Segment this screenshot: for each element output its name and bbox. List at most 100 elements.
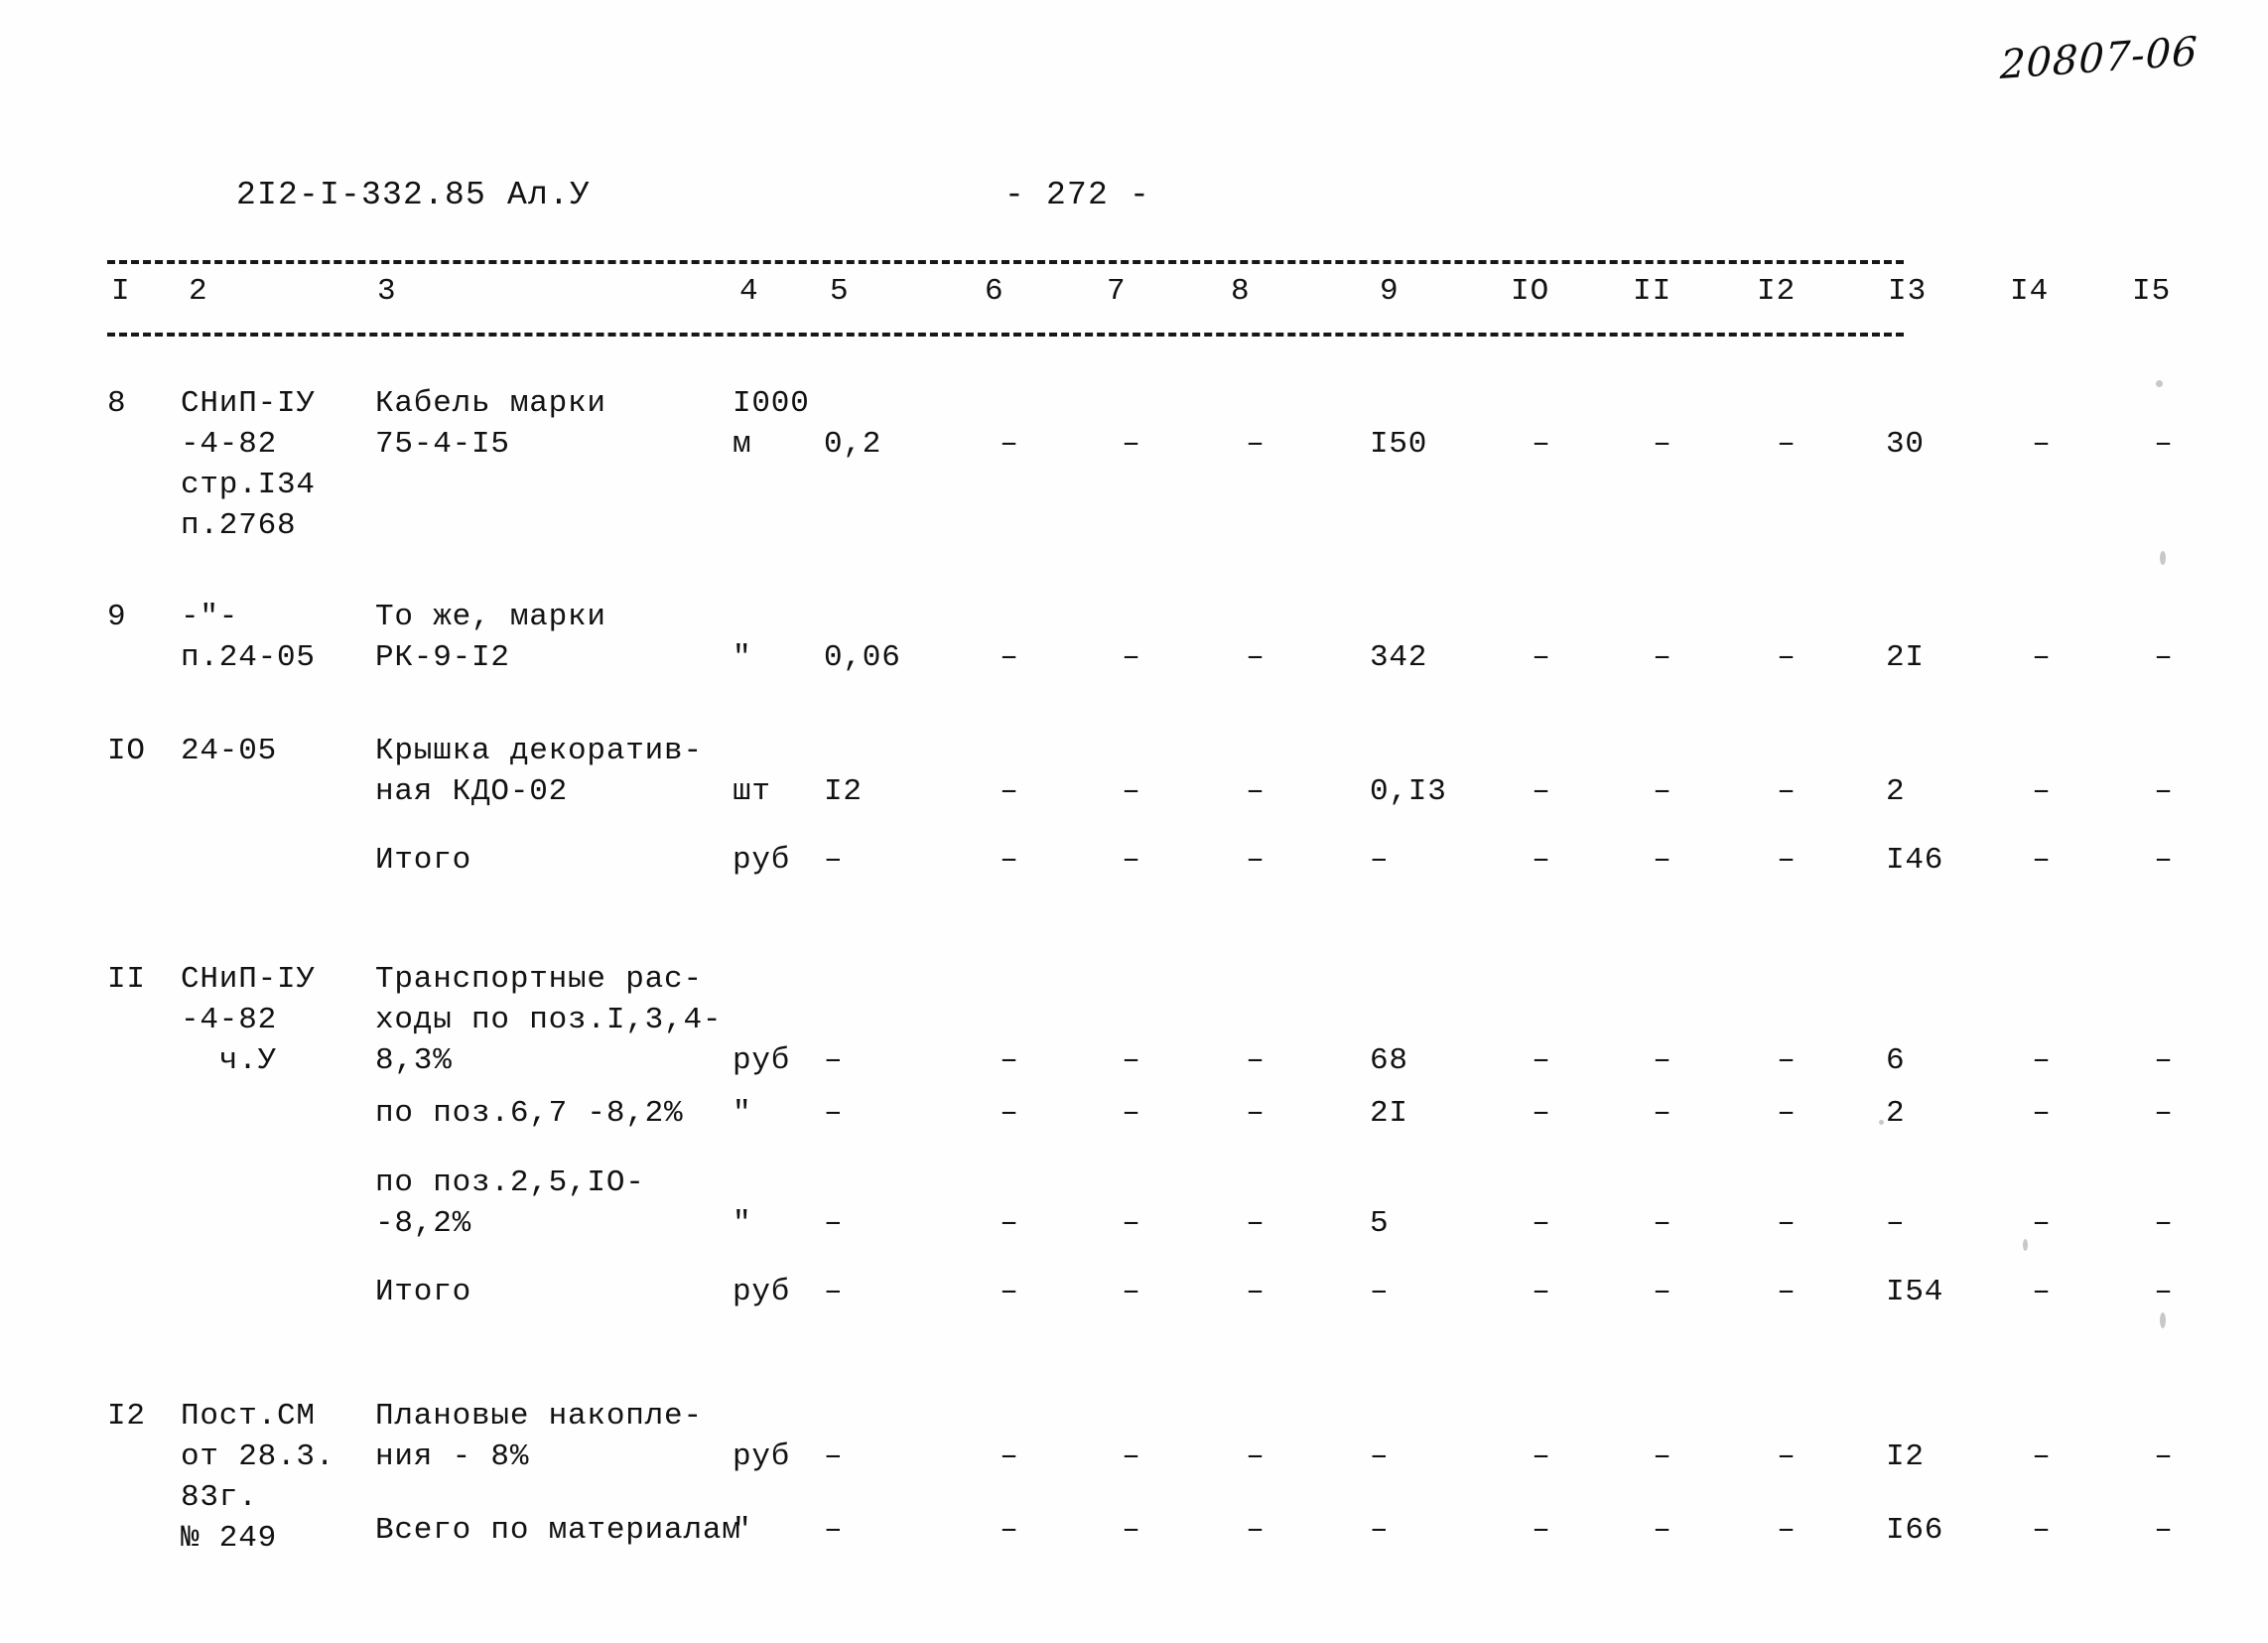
column-header-10: IO [1511, 274, 1550, 309]
row-quantity: 0,06 [824, 640, 901, 675]
scan-speck [2160, 551, 2166, 565]
row-value-col-11: – [1653, 843, 1672, 878]
row-quantity: – [824, 1206, 844, 1241]
row-value-col-12: – [1777, 1275, 1797, 1309]
row-value-col-13: I66 [1886, 1513, 1944, 1548]
table-row: Итого руб – – – – – – – – I46– – [0, 840, 2268, 878]
scan-speck [2023, 1239, 2028, 1251]
table-row: 9 -"- п.24-05 То же, марки РК-9-I2 " 0,06 – –… [0, 597, 2268, 675]
row-value-col-7: – [1122, 1096, 1141, 1131]
table-rule-bottom [107, 333, 1904, 337]
row-unit: " [733, 640, 752, 675]
row-quantity: – [824, 1096, 844, 1131]
row-value-col-6: – [1000, 1206, 1019, 1241]
row-value-col-10: – [1532, 774, 1551, 809]
row-value-col-8: – [1246, 843, 1266, 878]
column-header-11: II [1633, 274, 1672, 309]
row-value-col-7: – [1122, 1513, 1141, 1548]
scan-speck [2160, 1312, 2166, 1328]
row-value-col-6: – [1000, 843, 1019, 878]
row-value-col-7: – [1122, 1275, 1141, 1309]
row-value-col-12: – [1777, 1206, 1797, 1241]
row-value-col-15: – [2154, 1206, 2174, 1241]
row-position-number: IО [107, 734, 146, 768]
row-value-col-15: – [2154, 427, 2174, 462]
handwritten-archive-number: 20807-06 [1999, 28, 2200, 89]
row-value-col-6: – [1000, 1096, 1019, 1131]
row-value-col-14: – [2032, 1206, 2052, 1241]
column-header-3: 3 [377, 274, 397, 309]
table-row: IО 24-05 Крышка декоратив- ная КДО-02 шт I2… [0, 731, 2268, 809]
row-value-col-11: – [1653, 1206, 1672, 1241]
table-row: I2 Пост.СМ от 28.3. 83г. № 249 Плановые на… [0, 1396, 2268, 1556]
row-value-col-9: 342 [1370, 640, 1428, 675]
row-value-col-14: – [2032, 1043, 2052, 1078]
row-item-name: Итого [375, 843, 472, 878]
row-value-col-12: – [1777, 1513, 1797, 1548]
row-value-col-15: – [2154, 1513, 2174, 1548]
row-value-col-10: – [1532, 640, 1551, 675]
table-row: Всего по материалам " – – – – – – – – I66– – [0, 1510, 2268, 1548]
table-column-header-row: I 2 3 4 5 6 7 8 9 IO II I2 I3 I4 I5 [0, 274, 2268, 324]
column-header-8: 8 [1231, 274, 1251, 309]
row-justification: 24-05 [181, 734, 278, 768]
row-value-col-8: – [1246, 1439, 1266, 1474]
row-value-col-8: – [1246, 1206, 1266, 1241]
row-value-col-9: 2I [1370, 1096, 1408, 1131]
row-value-col-7: – [1122, 427, 1141, 462]
row-item-name: Плановые накопле- ния - 8% [375, 1399, 703, 1474]
row-value-col-12: – [1777, 1043, 1797, 1078]
row-value-col-13: 2I [1886, 640, 1925, 675]
row-value-col-14: – [2032, 1513, 2052, 1548]
row-unit: руб [733, 1439, 791, 1474]
row-value-col-12: – [1777, 843, 1797, 878]
row-value-col-13: 30 [1886, 427, 1925, 462]
row-value-col-9: – [1370, 1513, 1390, 1548]
row-unit: руб [733, 843, 791, 878]
row-value-col-9: – [1370, 843, 1390, 878]
row-unit: шт [733, 774, 771, 809]
row-unit: " [733, 1096, 752, 1131]
row-value-col-11: – [1653, 1043, 1672, 1078]
row-quantity: I2 [824, 774, 863, 809]
row-value-col-15: – [2154, 1096, 2174, 1131]
row-unit: I000 м [733, 386, 810, 462]
row-value-col-8: – [1246, 427, 1266, 462]
row-value-col-7: – [1122, 1043, 1141, 1078]
row-value-col-7: – [1122, 1439, 1141, 1474]
row-unit: " [733, 1206, 752, 1241]
row-value-col-8: – [1246, 1043, 1266, 1078]
row-justification: Пост.СМ от 28.3. 83г. № 249 [181, 1399, 335, 1556]
row-value-col-14: – [2032, 427, 2052, 462]
row-value-col-6: – [1000, 1439, 1019, 1474]
row-value-col-10: – [1532, 1513, 1551, 1548]
row-unit: " [733, 1513, 752, 1548]
row-value-col-8: – [1246, 1275, 1266, 1309]
table-rule-top [107, 260, 1904, 264]
row-quantity: 0,2 [824, 427, 882, 462]
row-value-col-6: – [1000, 427, 1019, 462]
row-value-col-10: – [1532, 1206, 1551, 1241]
row-unit: руб [733, 1043, 791, 1078]
table-row: 8 СНиП-IУ -4-82 стр.I34 п.2768 Кабель марк… [0, 383, 2268, 543]
row-value-col-11: – [1653, 640, 1672, 675]
table-row: по поз.6,7 -8,2% " – – – – 2I – – – 2 – – [0, 1093, 2268, 1131]
row-value-col-12: – [1777, 774, 1797, 809]
row-value-col-15: – [2154, 1043, 2174, 1078]
row-value-col-13: 2 [1886, 1096, 1906, 1131]
row-value-col-9: 5 [1370, 1206, 1390, 1241]
row-position-number: I2 [107, 1399, 146, 1434]
row-position-number: 8 [107, 386, 127, 421]
column-header-1: I [111, 274, 131, 309]
row-value-col-11: – [1653, 774, 1672, 809]
table-row: II СНиП-IУ -4-82 ч.У Транспортные рас- ход… [0, 959, 2268, 1078]
row-value-col-15: – [2154, 843, 2174, 878]
table-row: по поз.2,5,IО- -8,2% " – – – – 5 – – – – – – [0, 1163, 2268, 1241]
row-value-col-11: – [1653, 427, 1672, 462]
row-justification: -"- п.24-05 [181, 600, 316, 675]
page-number: - 272 - [1004, 177, 1151, 213]
row-value-col-13: 6 [1886, 1043, 1906, 1078]
row-justification: СНиП-IУ -4-82 стр.I34 п.2768 [181, 386, 316, 543]
row-value-col-11: – [1653, 1275, 1672, 1309]
document-page: 20807-06 2I2-I-332.85 Ал.У - 272 - I2345… [0, 0, 2268, 1643]
